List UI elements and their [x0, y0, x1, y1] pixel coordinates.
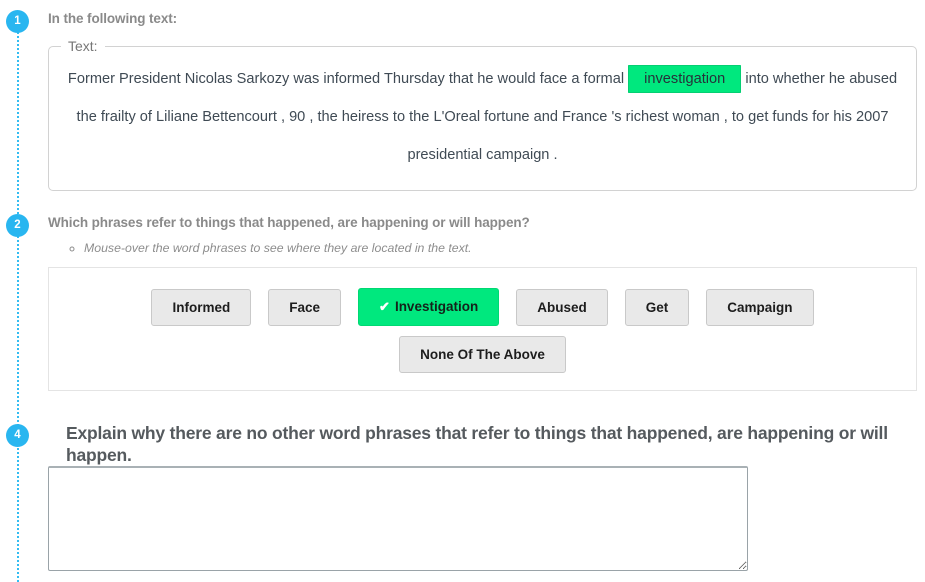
choice-button-informed[interactable]: Informed — [151, 288, 252, 326]
choice-label: Campaign — [727, 299, 793, 315]
step-badge-4: 4 — [6, 424, 29, 447]
section-4-heading: Explain why there are no other word phra… — [66, 423, 888, 465]
choice-label: None Of The Above — [420, 347, 545, 362]
choice-label: Investigation — [394, 299, 479, 314]
choices-row-1: Informed Face ✔ Investigation Abused Get … — [49, 268, 916, 326]
hint-list-item: Mouse-over the word phrases to see where… — [84, 241, 472, 255]
passage-text: Former President Nicolas Sarkozy was inf… — [49, 54, 916, 174]
choice-button-face[interactable]: Face — [268, 288, 342, 326]
explanation-textarea[interactable] — [48, 466, 748, 571]
text-fieldset-legend: Text: — [68, 38, 98, 54]
choice-button-none-of-the-above[interactable]: None Of The Above — [399, 336, 566, 373]
hint-list: Mouse-over the word phrases to see where… — [58, 241, 472, 255]
choice-button-abused[interactable]: Abused — [516, 288, 608, 326]
choice-button-investigation[interactable]: ✔ Investigation — [358, 288, 500, 326]
choice-label: Face — [289, 299, 321, 315]
choice-label: Get — [645, 299, 669, 315]
passage-before-text: Former President Nicolas Sarkozy was inf… — [67, 71, 625, 87]
timeline-connector — [17, 24, 19, 582]
task-page: 1 2 4 In the following text: Text: Forme… — [0, 0, 925, 582]
choices-panel: Informed Face ✔ Investigation Abused Get … — [48, 267, 917, 391]
step-badge-1: 1 — [6, 10, 29, 33]
choice-button-get[interactable]: Get — [624, 288, 690, 326]
section-1-heading: In the following text: — [48, 11, 178, 26]
choices-row-2: None Of The Above — [49, 326, 916, 373]
check-icon: ✔ — [379, 299, 390, 314]
choice-button-campaign[interactable]: Campaign — [706, 288, 814, 326]
text-passage-fieldset: Text: Former President Nicolas Sarkozy w… — [48, 38, 917, 191]
choice-label: Informed — [172, 299, 231, 315]
choice-label: Abused — [537, 299, 587, 315]
highlighted-phrase-investigation[interactable]: investigation — [628, 65, 742, 93]
step-badge-2: 2 — [6, 214, 29, 237]
section-2-heading: Which phrases refer to things that happe… — [48, 215, 530, 230]
